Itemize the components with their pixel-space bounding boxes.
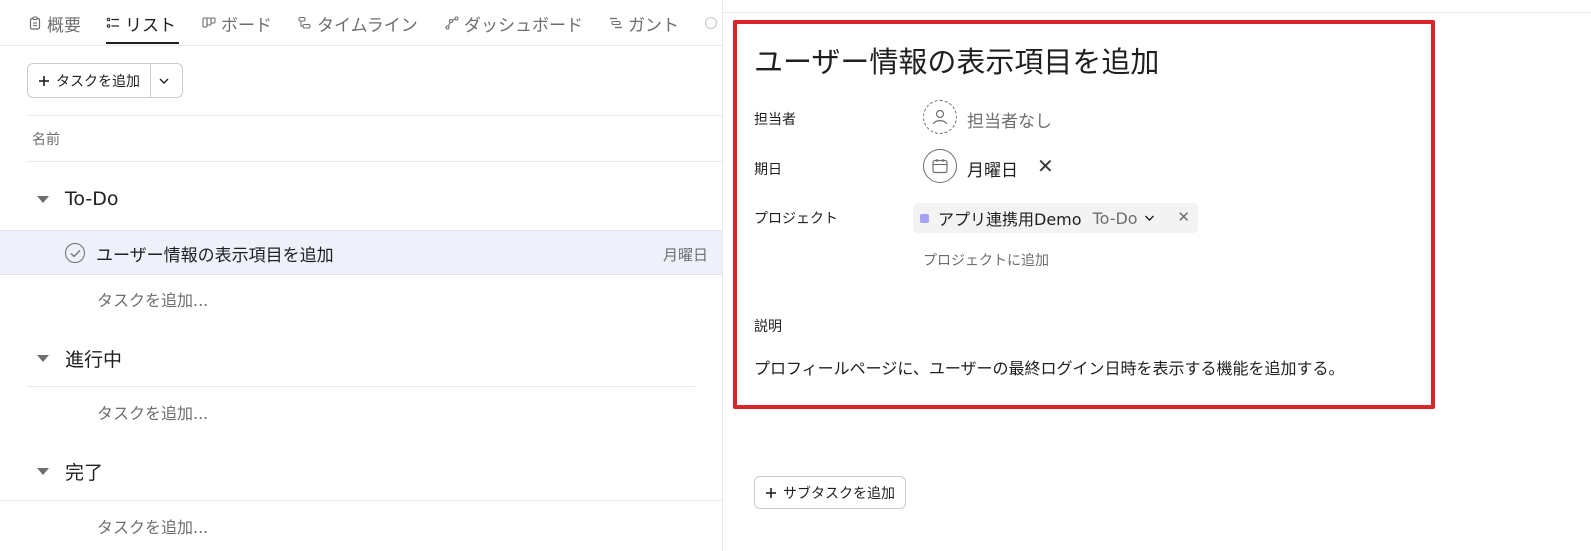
assignee-value[interactable]: 担当者なし	[967, 107, 1052, 132]
tab-label: タイムライン	[317, 15, 418, 36]
column-header-name[interactable]: 名前	[27, 115, 722, 162]
section-in-progress[interactable]: 進行中	[37, 345, 122, 372]
active-tab-indicator	[106, 42, 179, 44]
tab-gantt[interactable]: ガント	[609, 11, 679, 36]
tab-label: リスト	[125, 15, 176, 36]
task-name: ユーザー情報の表示項目を追加	[96, 246, 334, 266]
description-text[interactable]: プロフィールページに、ユーザーの最終ログイン日時を表示する機能を追加する。	[754, 355, 1345, 379]
caret-down-icon[interactable]	[37, 468, 49, 475]
project-section-select[interactable]: To-Do	[1093, 209, 1155, 228]
tab-timeline[interactable]: タイムライン	[298, 11, 418, 36]
clear-due-date-icon[interactable]: ✕	[1037, 154, 1054, 178]
add-subtask-label: サブタスクを追加	[783, 485, 895, 502]
section-title: 進行中	[65, 349, 123, 371]
section-title: 完了	[65, 462, 104, 484]
task-row[interactable]: ユーザー情報の表示項目を追加 月曜日	[0, 230, 722, 275]
view-tabs: 概要 リスト ボード タイムライン ダッシュボード ガント	[0, 0, 722, 46]
add-task-label: タスクを追加	[56, 73, 140, 90]
check-circle-icon[interactable]	[65, 243, 85, 263]
due-date-label: 期日	[754, 162, 782, 178]
plus-icon	[766, 487, 776, 498]
caret-down-icon[interactable]	[37, 195, 49, 203]
task-due-date[interactable]: 月曜日	[663, 244, 708, 265]
board-icon	[202, 17, 216, 28]
add-task-inline[interactable]: タスクを追加...	[97, 400, 208, 424]
gantt-icon	[610, 17, 622, 29]
tab-label: ダッシュボード	[464, 15, 583, 36]
chevron-down-icon	[159, 78, 168, 84]
tab-list[interactable]: リスト	[106, 11, 176, 36]
project-color-dot	[920, 213, 929, 223]
clipboard-icon	[29, 16, 41, 30]
project-section-value: To-Do	[1092, 208, 1138, 228]
divider	[723, 12, 1591, 13]
add-to-project-link[interactable]: プロジェクトに追加	[923, 250, 1049, 270]
task-list-pane: 概要 リスト ボード タイムライン ダッシュボード ガント タスクを追加 名前 …	[0, 0, 722, 551]
add-task-inline[interactable]: タスクを追加...	[97, 287, 208, 311]
tab-board[interactable]: ボード	[202, 11, 272, 36]
column-name-label: 名前	[32, 131, 60, 148]
remove-project-icon[interactable]: ✕	[1177, 208, 1190, 226]
assignee-label: 担当者	[754, 112, 796, 128]
caret-down-icon[interactable]	[37, 355, 49, 362]
divider	[0, 500, 722, 501]
dashboard-icon	[445, 16, 459, 30]
divider	[27, 386, 695, 387]
add-task-inline[interactable]: タスクを追加...	[97, 514, 208, 538]
avatar-placeholder-icon[interactable]	[923, 100, 957, 134]
tab-label: 概要	[47, 15, 81, 36]
list-icon	[106, 17, 119, 28]
add-task-button[interactable]: タスクを追加	[28, 64, 151, 97]
project-name[interactable]: アプリ連携用Demo	[938, 206, 1082, 230]
project-pill[interactable]: アプリ連携用Demo To-Do ✕	[913, 203, 1198, 233]
tab-label: ガント	[628, 15, 679, 36]
tab-label: ボード	[221, 15, 272, 36]
section-todo[interactable]: To-Do	[37, 188, 118, 210]
calendar-icon[interactable]	[923, 149, 957, 183]
section-title: To-Do	[65, 188, 119, 210]
description-label: 説明	[754, 319, 782, 335]
task-detail-pane: ユーザー情報の表示項目を追加 担当者 担当者なし 期日 月曜日 ✕ プロジェクト…	[722, 0, 1591, 551]
plus-icon	[39, 75, 49, 86]
tab-overview[interactable]: 概要	[28, 11, 81, 36]
project-label: プロジェクト	[754, 211, 838, 227]
add-task-dropdown[interactable]	[151, 64, 176, 97]
add-task-button-group: タスクを追加	[27, 63, 183, 98]
timeline-icon	[298, 16, 311, 29]
tab-dashboard[interactable]: ダッシュボード	[445, 11, 583, 36]
due-date-value[interactable]: 月曜日	[967, 156, 1018, 181]
section-done[interactable]: 完了	[37, 458, 103, 485]
task-title[interactable]: ユーザー情報の表示項目を追加	[754, 39, 1159, 81]
add-subtask-button[interactable]: サブタスクを追加	[754, 476, 906, 509]
chevron-down-icon	[1144, 215, 1154, 221]
more-tabs-icon[interactable]	[704, 11, 718, 35]
